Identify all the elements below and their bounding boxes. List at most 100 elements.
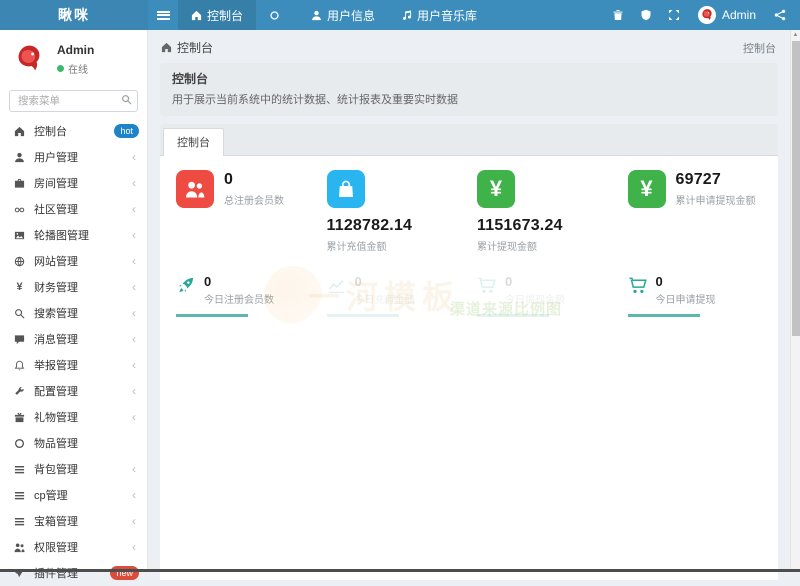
stat-label: 累计提现金额 xyxy=(477,238,612,253)
primary-stats-row: 0 总注册会员数 1128782.14 累计充值金额 ¥ 1151673.24 … xyxy=(168,170,770,262)
trash-icon xyxy=(612,9,624,21)
yen-icon: ¥ xyxy=(628,170,666,208)
sidebar-item-backpack[interactable]: 背包管理‹ xyxy=(0,456,147,482)
content-header: 控制台 控制台 xyxy=(148,30,800,63)
list-icon xyxy=(13,490,26,501)
list-icon xyxy=(13,464,26,475)
scrollbar-thumb[interactable] xyxy=(792,41,800,336)
sidebar-item-label: 控制台 xyxy=(34,123,67,139)
sidebar-item-label: 物品管理 xyxy=(34,435,78,451)
nav-item-user-info[interactable]: 用户信息 xyxy=(298,0,388,30)
stat-card-withdraw-requests: ¥ 69727 累计申请提现金额 xyxy=(620,170,771,262)
search-input[interactable] xyxy=(9,90,138,112)
sidebar-item-gifts[interactable]: 礼物管理‹ xyxy=(0,404,147,430)
stat-value: 0 xyxy=(355,274,415,289)
vertical-scrollbar[interactable]: ▲ xyxy=(790,30,800,569)
app-logo[interactable]: 瞅咪 xyxy=(0,0,148,30)
nav-item-circle[interactable] xyxy=(256,0,298,30)
trash-button[interactable] xyxy=(604,0,632,30)
tab-console[interactable]: 控制台 xyxy=(163,128,224,156)
list-icon xyxy=(13,516,26,527)
chevron-left-icon: ‹ xyxy=(132,359,139,371)
sidebar-toggle-button[interactable] xyxy=(148,0,178,30)
nav-item-user-music[interactable]: 用户音乐库 xyxy=(388,0,490,30)
usersgroup-icon xyxy=(13,542,26,553)
search-icon[interactable] xyxy=(121,94,132,105)
stat-label: 今日充值金额 xyxy=(355,291,415,306)
nav-item-console[interactable]: 控制台 xyxy=(178,0,256,30)
user-menu[interactable]: Admin xyxy=(688,6,766,24)
person-icon xyxy=(311,10,322,21)
music-icon xyxy=(401,10,412,21)
sidebar-item-label: 消息管理 xyxy=(34,331,78,347)
sidebar-item-permissions[interactable]: 权限管理‹ xyxy=(0,534,147,560)
stat-label: 今日提现金额 xyxy=(505,291,565,306)
sidebar-item-rooms[interactable]: 房间管理‹ xyxy=(0,170,147,196)
line-chart-icon xyxy=(327,276,346,295)
sidebar-item-label: 财务管理 xyxy=(34,279,78,295)
callout-title: 控制台 xyxy=(172,70,766,87)
stat-value: 0 xyxy=(204,274,274,289)
mini-stat-today-requests: 0 今日申请提现 xyxy=(620,274,771,317)
shield-button[interactable] xyxy=(632,0,660,30)
online-status-icon xyxy=(57,65,64,72)
stat-card-total-withdraw: ¥ 1151673.24 累计提现金额 xyxy=(469,170,620,262)
stat-value: 0 xyxy=(505,274,565,289)
user-name: Admin xyxy=(722,8,756,22)
sidebar-item-community[interactable]: 社区管理‹ xyxy=(0,196,147,222)
sidebar-item-users[interactable]: 用户管理‹ xyxy=(0,144,147,170)
sidebar-item-plugins[interactable]: 插件管理new xyxy=(0,560,147,586)
breadcrumb[interactable]: 控制台 xyxy=(743,40,776,56)
callout-description: 用于展示当前系统中的统计数据、统计报表及重要实时数据 xyxy=(172,91,766,107)
community-icon xyxy=(13,204,26,215)
sidebar-item-label: 权限管理 xyxy=(34,539,78,555)
sidebar-item-label: 举报管理 xyxy=(34,357,78,373)
stat-label: 总注册会员数 xyxy=(224,192,284,207)
sidebar-menu: 控制台hot用户管理‹房间管理‹社区管理‹轮播图管理‹网站管理‹¥财务管理‹搜索… xyxy=(0,118,147,586)
scroll-up-icon[interactable]: ▲ xyxy=(791,30,800,40)
mini-stat-today-recharge: 0 今日充值金额 xyxy=(319,274,470,317)
chevron-left-icon: ‹ xyxy=(132,463,139,475)
sidebar-item-console[interactable]: 控制台hot xyxy=(0,118,147,144)
avatar xyxy=(10,40,48,78)
cart-icon xyxy=(628,276,647,295)
sidebar-item-cp[interactable]: cp管理‹ xyxy=(0,482,147,508)
sidebar-item-finance[interactable]: ¥财务管理‹ xyxy=(0,274,147,300)
cart-icon xyxy=(477,276,496,295)
chevron-left-icon: ‹ xyxy=(132,333,139,345)
home-icon xyxy=(191,10,202,21)
status-label: 在线 xyxy=(68,61,88,76)
sidebar-item-search[interactable]: 搜索管理‹ xyxy=(0,300,147,326)
globe-icon xyxy=(13,256,26,267)
home-icon xyxy=(13,126,26,137)
sidebar-item-goods[interactable]: 物品管理 xyxy=(0,430,147,456)
share-button[interactable] xyxy=(766,0,794,30)
sidebar-item-chest[interactable]: 宝箱管理‹ xyxy=(0,508,147,534)
main-content: 控制台 控制台 控制台 用于展示当前系统中的统计数据、统计报表及重要实时数据 控… xyxy=(148,30,800,572)
gift-icon xyxy=(13,412,26,423)
chevron-left-icon: ‹ xyxy=(132,151,139,163)
chevron-left-icon: ‹ xyxy=(132,255,139,267)
wrench-icon xyxy=(13,386,26,397)
sidebar-item-label: 房间管理 xyxy=(34,175,78,191)
top-navbar: 瞅咪 控制台 用户信息 用户音乐库 Admin xyxy=(0,0,800,30)
sidebar-item-config[interactable]: 配置管理‹ xyxy=(0,378,147,404)
stat-label: 今日注册会员数 xyxy=(204,291,274,306)
fullscreen-button[interactable] xyxy=(660,0,688,30)
chevron-left-icon: ‹ xyxy=(132,489,139,501)
sidebar-item-website[interactable]: 网站管理‹ xyxy=(0,248,147,274)
nav-item-label: 用户音乐库 xyxy=(417,7,477,24)
sidebar-item-messages[interactable]: 消息管理 ‹ xyxy=(0,326,147,352)
stat-value: 69727 xyxy=(676,171,756,189)
rocket-icon xyxy=(176,276,195,295)
chevron-left-icon: ‹ xyxy=(132,281,139,293)
stat-label: 累计申请提现金额 xyxy=(676,192,756,207)
sidebar-item-carousel[interactable]: 轮播图管理‹ xyxy=(0,222,147,248)
hamburger-icon xyxy=(157,11,170,20)
stat-label: 今日申请提现 xyxy=(656,291,716,306)
chevron-left-icon: ‹ xyxy=(132,385,139,397)
chevron-left-icon: ‹ xyxy=(132,307,139,319)
stat-underline xyxy=(327,314,399,317)
avatar xyxy=(698,6,716,24)
sidebar-item-reports[interactable]: 举报管理 ‹ xyxy=(0,352,147,378)
